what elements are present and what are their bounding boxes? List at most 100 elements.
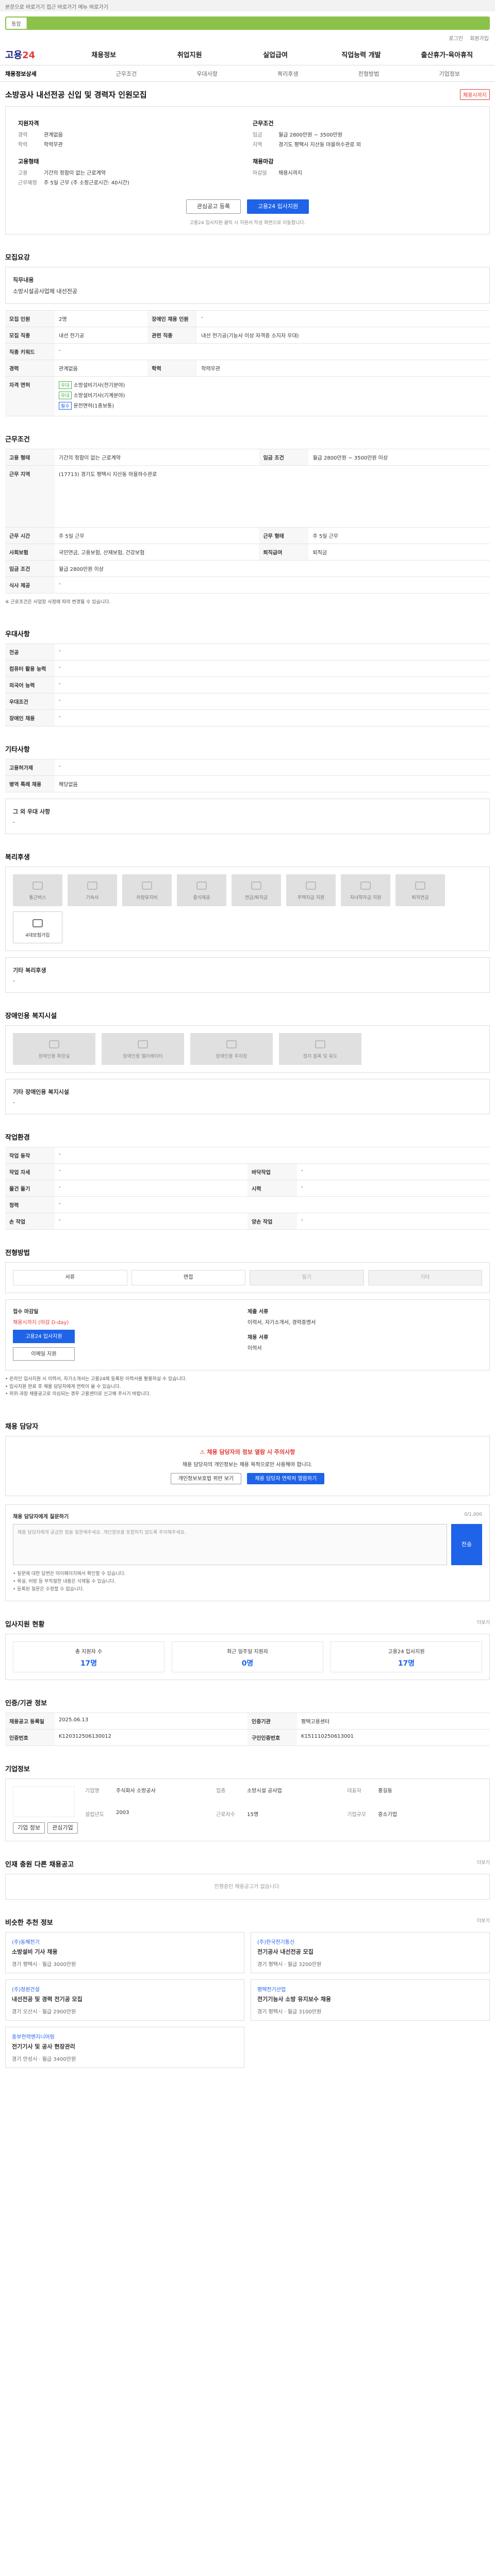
welfare-extra-box: 기타 복리후생 - <box>5 957 490 993</box>
table-row: 사회보험 국민연금, 고용보험, 산재보험, 건강보험 퇴직급여 퇴직금 <box>5 544 490 561</box>
table-row: 청력 - <box>5 1196 490 1214</box>
section-disab-title: 장애인용 복지시설 <box>5 1012 57 1021</box>
list-item[interactable]: 중부전력엔지니어링 전기기사 및 공사 현장관리 경기 안성시 · 월급 3400만… <box>5 2027 244 2069</box>
table-row: 작업 자세 - 바닥작업 - <box>5 1163 490 1181</box>
table-row: 근무 시간 주 5일 근무 근무 형태 주 5일 근무 <box>5 527 490 544</box>
welfare-meal: 중식제공 <box>177 874 226 907</box>
top-links: 로그인 회원가입 <box>0 30 495 44</box>
table-row: 손 작업 - 양손 작업 - <box>5 1213 490 1230</box>
apply-box: 접수 마감일 채용시까지 (마감 D-day) 고용24 입사지원 이메일 지원… <box>5 1299 490 1371</box>
login-link[interactable]: 로그인 <box>449 36 463 42</box>
rec-grid: (주)동해전기 소방설비 기사 채용 경기 평택시 · 월급 3000만원 (주)한… <box>5 1932 490 2069</box>
tab-welfare[interactable]: 복리후생 <box>248 70 328 78</box>
table-row: 모집 인원 2명 장애인 채용 인원 - <box>5 310 490 327</box>
welfare-school: 자녀학자금 지원 <box>341 874 390 907</box>
stat-total: 총 지원자 수 17명 <box>13 1641 164 1673</box>
deadline-badge: 채용시까지 <box>460 89 490 100</box>
tab-detail[interactable]: 채용정보상세 <box>5 70 86 78</box>
section-info-title: 인증/기관 정보 <box>5 1700 47 1708</box>
same-more-link[interactable]: 더보기 <box>477 1859 490 1866</box>
tab-selection[interactable]: 전형방법 <box>328 70 409 78</box>
tab-conditions[interactable]: 근무조건 <box>86 70 167 78</box>
welfare-pension: 연금/퇴직금 <box>232 874 281 907</box>
search-scope-select[interactable]: 통합 <box>6 18 27 29</box>
apply-button[interactable]: 고용24 입사지원 <box>246 199 309 214</box>
table-row: 장애인 채용 - <box>5 709 490 727</box>
interest-button[interactable]: 관심공고 등록 <box>186 199 241 214</box>
section-env-title: 작업환경 <box>5 1134 30 1142</box>
section-method-title: 전형방법 <box>5 1249 30 1258</box>
disab-parking: 장애인용 주차장 <box>190 1033 273 1065</box>
table-row: 고용허가제 - <box>5 759 490 776</box>
section-stat-title: 입사지원 현황 더보기 <box>5 1601 490 1634</box>
stat-more-link[interactable]: 더보기 <box>477 1619 490 1625</box>
site-logo[interactable]: 고용24 <box>5 48 61 61</box>
table-row: 근무 지역 (17713) 경기도 평택시 지산동 마을하수관로 <box>5 465 490 528</box>
etc-extra-box: 그 외 우대 사항 - <box>5 799 490 835</box>
summary-cond-head: 근무조건 <box>253 120 274 127</box>
tab-company[interactable]: 기업정보 <box>409 70 490 78</box>
qa-box: 채용 담당자에게 질문하기 0/1,000 채용 담당자에게 궁금한 점을 질문해… <box>5 1504 490 1602</box>
rec-more-link[interactable]: 더보기 <box>477 1917 490 1924</box>
bus-icon <box>32 882 43 890</box>
section-same-title: 인재 충원 다른 채용공고 더보기 <box>5 1841 490 1874</box>
list-item[interactable]: (주)동해전기 소방설비 기사 채용 경기 평택시 · 월급 3000만원 <box>5 1932 244 1974</box>
job-summary: 지원자격 경력 관계없음 학력 학력무관 고용형태 고용 기간의 정함이 없는 근로계… <box>5 106 490 234</box>
welfare-car: 차량유지비 <box>122 874 172 907</box>
global-search[interactable]: 통합 <box>5 16 490 30</box>
apply-note: 고용24 입사지원 클릭 시 지원서 작성 화면으로 이동합니다. <box>189 221 306 226</box>
env-table: 작업 동작 - 작업 자세 - 바닥작업 - 물건 들기 - 시력 - 청력 - 손 작업 - 양손… <box>5 1147 490 1230</box>
tab-preferences[interactable]: 우대사항 <box>167 70 248 78</box>
signup-link[interactable]: 회원가입 <box>470 36 489 42</box>
apply-online-button[interactable]: 고용24 입사지원 <box>13 1330 75 1344</box>
table-row: 병역 특례 채용 해당없음 <box>5 775 490 793</box>
list-item[interactable]: (주)청원건설 내선전공 및 경력 전기공 모집 경기 오산시 · 월급 2900만… <box>5 1979 244 2021</box>
section-etc-title: 기타사항 <box>5 746 30 754</box>
welfare-insurance: 4대보험가입 <box>13 911 62 944</box>
section-corp-title: 기업정보 <box>5 1766 30 1774</box>
method-written: 필기 <box>250 1270 364 1286</box>
detail-tabs: 채용정보상세 근무조건 우대사항 복리후생 전형방법 기업정보 <box>0 65 495 82</box>
toilet-icon <box>49 1040 59 1049</box>
retire-icon <box>415 882 425 890</box>
table-row: 우대조건 - <box>5 693 490 710</box>
braille-icon <box>315 1040 325 1049</box>
pref-table: 전공 - 컴퓨터 활용 능력 - 외국어 능력 - 우대조건 - 장애인 채용 - <box>5 643 490 727</box>
disab-braille: 점자 블록 및 유도 <box>279 1033 361 1065</box>
gnb-item-leave[interactable]: 출산휴가·육아휴직 <box>404 49 490 59</box>
list-item[interactable]: (주)한국전기통신 전기공사 내선전공 모집 경기 평택시 · 월급 3200만원 <box>251 1932 490 1974</box>
favorite-company-button[interactable]: 관심기업 <box>47 1822 78 1834</box>
privacy-law-button[interactable]: 개인정보보호법 위반 보기 <box>170 1472 242 1484</box>
gnb-item-support[interactable]: 취업지원 <box>146 49 232 59</box>
etc-table: 고용허가제 - 병역 특례 채용 해당없음 <box>5 759 490 793</box>
stat-week: 최근 일주일 지원자 0명 <box>172 1641 323 1673</box>
qa-input[interactable]: 채용 담당자에게 궁금한 점을 질문해주세요. 개인정보를 포함하지 않도록 주… <box>13 1523 447 1565</box>
summary-deadline-head: 채용마감 <box>253 158 274 165</box>
table-row: 인증번호 K120312506130012 구인인증번호 K1511102506130… <box>5 1729 490 1747</box>
parking-icon <box>226 1040 237 1049</box>
gnb-item-training[interactable]: 직업능력 개발 <box>318 49 404 59</box>
apply-email-button[interactable]: 이메일 지원 <box>13 1347 75 1361</box>
view-contact-button[interactable]: 채용 담당자 연락처 열람하기 <box>247 1472 325 1484</box>
disab-extra-box: 기타 장애인용 복지시설 - <box>5 1079 490 1115</box>
company-info-button[interactable]: 기업 정보 <box>13 1822 45 1834</box>
list-item[interactable]: 평택전기산업 전기기능사 소방 유지보수 채용 경기 평택시 · 월급 3100만원 <box>251 1979 490 2021</box>
section-contact-title: 채용 담당자 <box>5 1422 39 1431</box>
stat-online: 고용24 입사지원 17명 <box>331 1641 482 1673</box>
table-row: 식사 제공 - <box>5 577 490 594</box>
table-row: 직종 키워드 - <box>5 343 490 360</box>
gnb-item-jobs[interactable]: 채용정보 <box>61 49 146 59</box>
method-interview: 면접 <box>131 1270 245 1286</box>
table-row: 작업 동작 - <box>5 1147 490 1164</box>
welfare-bus: 통근버스 <box>13 874 62 907</box>
gnb-item-benefit[interactable]: 실업급여 <box>233 49 318 59</box>
same-empty: 진행중인 채용공고가 없습니다. <box>5 1874 490 1900</box>
table-row: 고용 형태 기간의 정함이 없는 근로계약 임금 조건 월급 2800만원 ~ 350… <box>5 449 490 466</box>
welfare-dorm: 기숙사 <box>68 874 117 907</box>
school-icon <box>360 882 371 890</box>
qa-send-button[interactable]: 전송 <box>451 1523 482 1565</box>
pension-icon <box>251 882 261 890</box>
search-input[interactable] <box>27 18 489 29</box>
search-scope-label: 통합 <box>11 21 21 27</box>
section-rec-title: 비슷한 추천 정보 더보기 <box>5 1900 490 1932</box>
